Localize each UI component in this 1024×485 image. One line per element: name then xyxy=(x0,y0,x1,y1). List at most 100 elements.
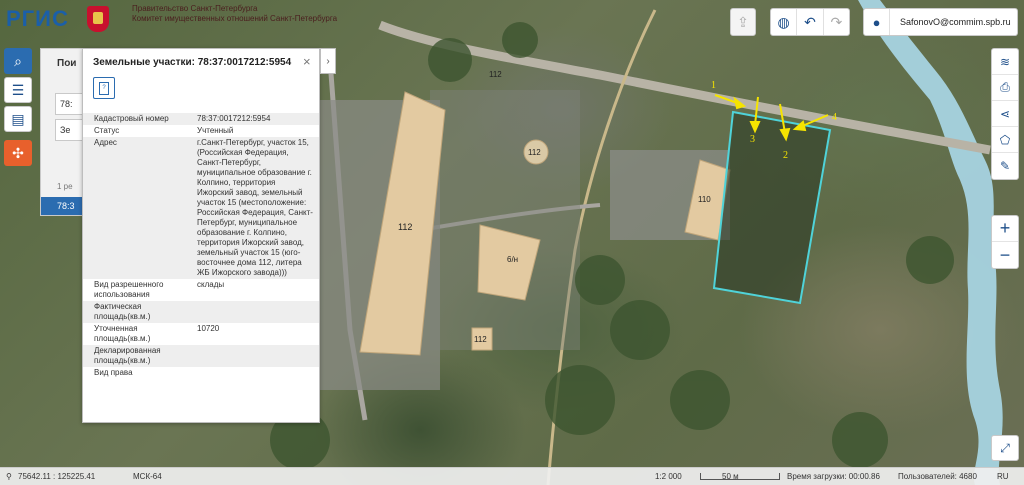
print-button[interactable]: ⎙ xyxy=(992,75,1018,101)
export-icon: ⇪ xyxy=(737,13,749,30)
industrial-area-east xyxy=(430,90,580,350)
user-count: Пользователей: 4680 xyxy=(898,472,977,481)
redo-button[interactable]: ↷ xyxy=(824,9,849,35)
header-subtitle: Правительство Санкт-Петербурга Комитет и… xyxy=(132,4,337,24)
attr-value: 10720 xyxy=(197,324,220,333)
arrow-label: 2 xyxy=(783,150,788,161)
zoom-out-button[interactable]: − xyxy=(992,242,1018,268)
export-button[interactable]: ⇪ xyxy=(730,8,756,36)
plus-icon: + xyxy=(999,218,1011,238)
popup-title: Земельные участки: 78:37:0017212:5954 xyxy=(93,57,292,68)
left-toolbar: ⌕ ☰ ▤ ✣ xyxy=(4,48,34,169)
attr-row: Вид права xyxy=(83,367,319,379)
share-icon: ⋖ xyxy=(999,106,1011,121)
location-pin-icon: ⚲ xyxy=(6,472,12,481)
map-nav-group: ◍ ↶ ↷ xyxy=(770,8,850,36)
attribute-table: Кадастровый номер 78:37:0017212:5954 Ста… xyxy=(83,113,319,379)
attr-row: Уточненная площадь(кв.м.) 10720 xyxy=(83,323,319,345)
attr-value: г.Санкт-Петербург, участок 15, (Российск… xyxy=(197,138,313,277)
attr-value xyxy=(189,367,313,379)
attr-label: Вид разрешенного использования xyxy=(94,280,164,299)
globe-button[interactable]: ◍ xyxy=(771,9,798,35)
menu-button[interactable]: ☰ xyxy=(4,77,32,103)
attr-row: Статус Учтенный xyxy=(83,125,319,137)
cursor-coordinates: 75642.11 : 125225.41 xyxy=(18,472,96,481)
draw-button[interactable]: ✎ xyxy=(992,153,1018,179)
attr-label: Декларированная площадь(кв.м.) xyxy=(94,346,161,365)
header-sub-line1: Правительство Санкт-Петербурга xyxy=(132,4,258,13)
zoom-in-button[interactable]: + xyxy=(992,216,1018,242)
search-icon: ⌕ xyxy=(14,52,22,69)
minus-icon: − xyxy=(999,244,1011,265)
undo-icon: ↶ xyxy=(804,13,816,30)
attr-label: Вид права xyxy=(94,368,133,377)
redo-icon: ↷ xyxy=(830,13,843,30)
logo-text: РГИС xyxy=(6,6,69,31)
zoom-control: + − xyxy=(991,215,1019,269)
search-results-count: 1 ре xyxy=(57,182,73,191)
fullscreen-button[interactable]: ⤢ xyxy=(991,435,1019,461)
search-button[interactable]: ⌕ xyxy=(4,48,32,74)
close-icon[interactable]: × xyxy=(303,54,311,69)
expand-icon: ⤢ xyxy=(1000,440,1010,455)
undo-button[interactable]: ↶ xyxy=(797,9,824,35)
status-bar: ⚲ 75642.11 : 125225.41 МСК-64 1:2 000 50… xyxy=(0,467,1024,485)
building-label: 112 xyxy=(489,70,502,79)
tool-button[interactable]: ✣ xyxy=(4,140,32,166)
attr-label: Адрес xyxy=(94,138,117,147)
layers-button[interactable]: ≋ xyxy=(992,49,1018,75)
header-sub-line2: Комитет имущественных отношений Санкт-Пе… xyxy=(132,14,338,23)
attr-row: Адрес г.Санкт-Петербург, участок 15, (Ро… xyxy=(83,137,319,279)
attr-row: Кадастровый номер 78:37:0017212:5954 xyxy=(83,113,319,125)
attr-label: Уточненная площадь(кв.м.) xyxy=(94,324,151,343)
tool-icon: ✣ xyxy=(12,144,24,161)
menu-icon: ☰ xyxy=(11,81,25,98)
right-toolbar: ≋ ⎙ ⋖ ⬠ ✎ xyxy=(991,48,1019,180)
attr-label: Статус xyxy=(94,126,120,135)
logo[interactable]: РГИС xyxy=(6,6,109,32)
arrow-label: 4 xyxy=(832,112,837,123)
attr-value xyxy=(189,301,313,323)
search-panel-title: Пои xyxy=(57,58,77,69)
measure-shape-button[interactable]: ⬠ xyxy=(992,127,1018,153)
arrow-label: 3 xyxy=(750,134,755,145)
building-label: 110 xyxy=(698,195,711,204)
attr-label: Фактическая площадь(кв.м.) xyxy=(94,302,151,321)
attr-row: Вид разрешенного использования склады xyxy=(83,279,319,301)
load-time: Время загрузки: 00:00.86 xyxy=(787,472,880,481)
attr-value xyxy=(189,345,313,367)
user-card-button[interactable]: ▤ xyxy=(4,106,32,132)
scale-bar xyxy=(700,473,780,480)
building-label: 6/н xyxy=(507,255,519,264)
attr-row: Декларированная площадь(кв.м.) xyxy=(83,345,319,367)
user-menu[interactable]: ● SafonovO@commim.spb.ru xyxy=(863,8,1018,36)
ruler-shape-icon: ⬠ xyxy=(999,132,1011,147)
crest-icon xyxy=(86,6,109,32)
attr-value: 78:37:0017212:5954 xyxy=(197,114,271,123)
language-selector[interactable]: RU xyxy=(997,472,1009,481)
building-label: 112 xyxy=(398,222,413,232)
print-icon: ⎙ xyxy=(1000,80,1010,94)
pencil-icon: ✎ xyxy=(999,159,1011,173)
collapse-panel-button[interactable]: › xyxy=(320,48,336,74)
map-scale[interactable]: 1:2 000 xyxy=(655,472,682,481)
crs-label[interactable]: МСК-64 xyxy=(133,472,162,481)
user-icon: ● xyxy=(864,9,890,35)
share-button[interactable]: ⋖ xyxy=(992,101,1018,127)
parcel-outline xyxy=(712,110,832,305)
attr-row: Фактическая площадь(кв.м.) xyxy=(83,301,319,323)
user-card-icon: ▤ xyxy=(11,110,25,127)
building-label: 112 xyxy=(528,148,541,157)
globe-icon: ◍ xyxy=(777,13,790,30)
layers-icon: ≋ xyxy=(999,54,1011,69)
document-icon: ? xyxy=(99,81,109,95)
scale-bar-label: 50 м xyxy=(722,472,739,481)
user-name: SafonovO@commim.spb.ru xyxy=(900,17,1011,27)
attr-value: Учтенный xyxy=(197,126,234,135)
attr-value: склады xyxy=(197,280,225,289)
building-label: 112 xyxy=(474,335,487,344)
feature-info-popup: Земельные участки: 78:37:0017212:5954 × … xyxy=(82,48,320,423)
document-button[interactable]: ? xyxy=(93,77,115,99)
attr-label: Кадастровый номер xyxy=(94,114,169,123)
arrow-label: 1 xyxy=(711,80,716,91)
